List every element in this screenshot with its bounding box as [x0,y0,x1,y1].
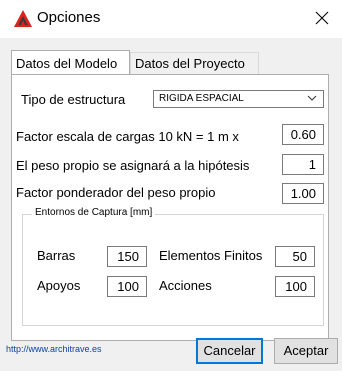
finite-elements-label: Elementos Finitos [159,248,263,263]
window-title: Opciones [37,9,101,26]
app-logo-icon [14,10,32,27]
load-scale-input[interactable]: 0.60 [282,124,324,145]
close-icon[interactable] [314,10,330,26]
model-data-panel: Tipo de estructura RIGIDA ESPACIAL Facto… [11,74,329,341]
structure-type-value: RIGIDA ESPACIAL [159,93,244,104]
structure-type-label: Tipo de estructura [21,92,126,107]
tab-datos-del-proyecto[interactable]: Datos del Proyecto [130,52,259,74]
actions-label: Acciones [159,278,212,293]
self-weight-hypothesis-label: El peso propio se asignará a la hipótesi… [16,158,250,173]
options-dialog: Opciones Datos del Modelo Datos del Proy… [0,0,342,371]
accept-button[interactable]: Aceptar [274,338,338,364]
actions-input[interactable]: 100 [275,276,315,297]
title-bar: Opciones [0,0,342,38]
self-weight-hypothesis-input[interactable]: 1 [282,154,324,175]
structure-type-select[interactable]: RIGIDA ESPACIAL [153,90,324,108]
self-weight-factor-input[interactable]: 1.00 [282,183,324,204]
self-weight-factor-label: Factor ponderador del peso propio [16,185,216,200]
finite-elements-input[interactable]: 50 [275,246,315,267]
capture-group-title: Entornos de Captura [mm] [32,207,156,218]
chevron-down-icon [307,95,317,101]
bars-label: Barras [37,248,76,263]
capture-group: Entornos de Captura [mm] Barras 150 Elem… [22,207,324,326]
cancel-button[interactable]: Cancelar [196,338,263,364]
load-scale-label: Factor escala de cargas 10 kN = 1 m x [16,129,239,144]
tab-datos-del-modelo[interactable]: Datos del Modelo [11,50,130,74]
website-link[interactable]: http://www.architrave.es [6,344,102,354]
bars-input[interactable]: 150 [107,246,147,267]
supports-input[interactable]: 100 [107,276,147,297]
supports-label: Apoyos [37,278,81,293]
